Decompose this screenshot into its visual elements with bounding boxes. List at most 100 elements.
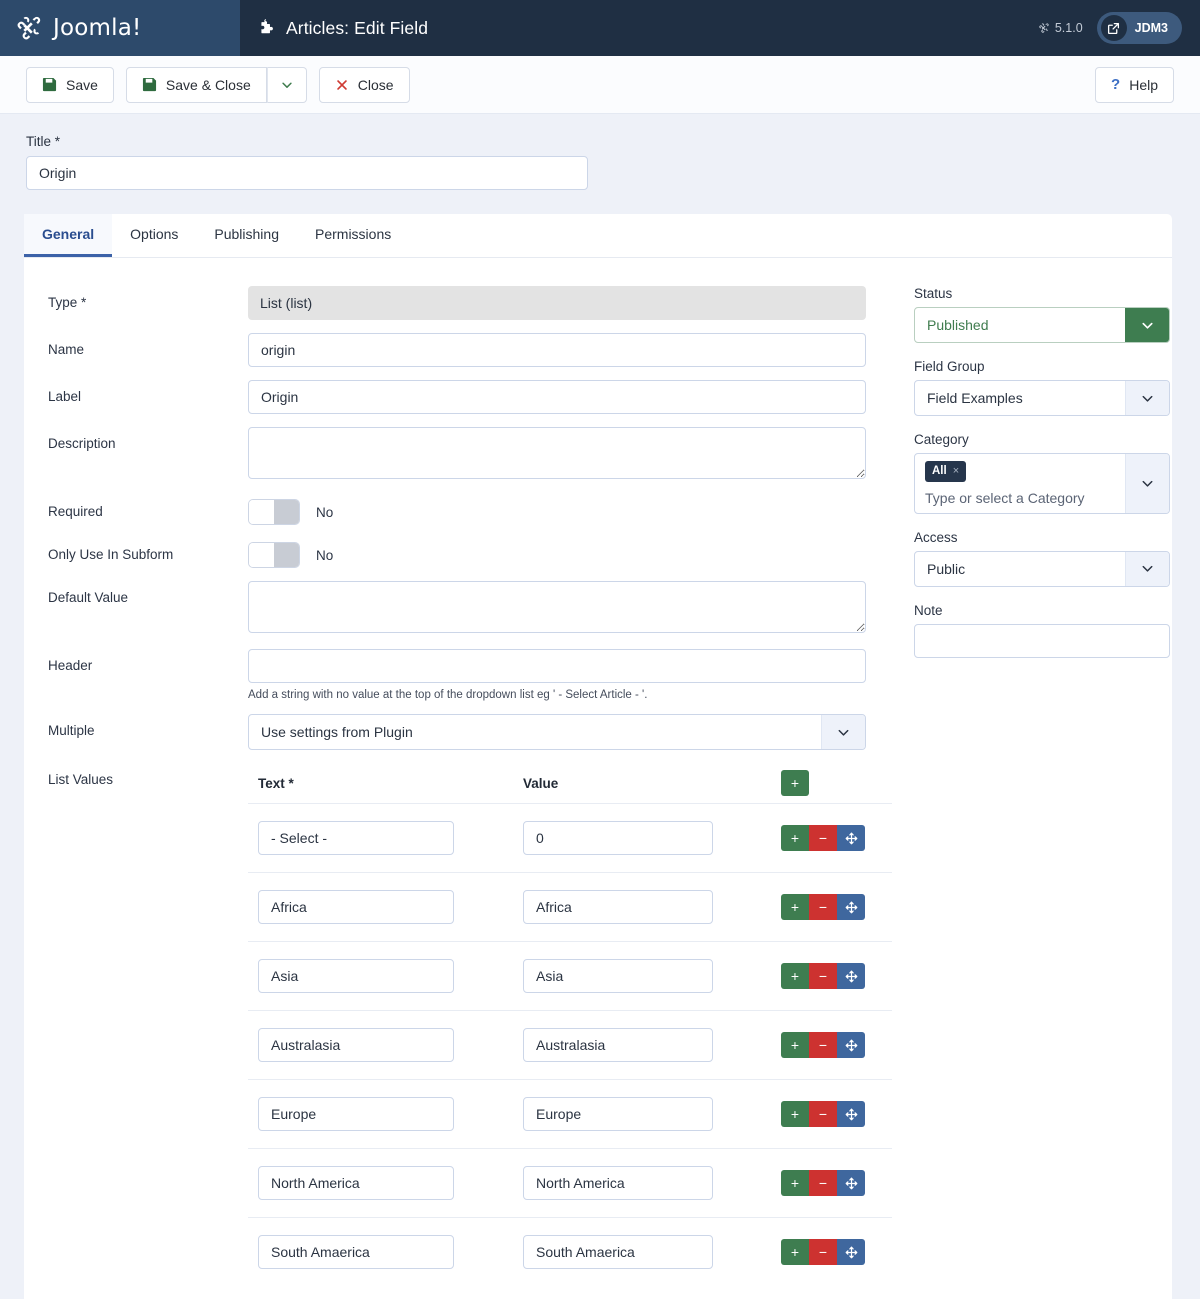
add-row-button[interactable]: +	[781, 770, 809, 796]
save-dropdown-toggle[interactable]	[266, 66, 307, 103]
row-move-icon[interactable]	[837, 1101, 865, 1127]
list-value-value-input[interactable]	[523, 1097, 713, 1131]
row-action-buttons: + −	[781, 1170, 865, 1196]
list-value-row: +−	[248, 872, 892, 941]
multiple-select[interactable]: Use settings from Plugin	[248, 714, 866, 750]
access-label: Access	[914, 529, 958, 545]
close-button[interactable]: Close	[318, 66, 410, 103]
list-value-value-cell	[523, 1235, 781, 1269]
row-add-button[interactable]: +	[781, 1101, 809, 1127]
list-value-value-input[interactable]	[523, 1166, 713, 1200]
only-use-in-subform-label: Only Use In Subform	[48, 547, 174, 562]
chip-label: All	[932, 465, 947, 477]
list-value-text-input[interactable]	[258, 821, 454, 855]
header-right-group: 5.1.0 JDM3	[1038, 12, 1182, 44]
chip-remove-icon[interactable]: ×	[953, 464, 959, 478]
multiple-selected-value: Use settings from Plugin	[261, 724, 413, 740]
tab-general[interactable]: General	[24, 214, 113, 257]
toggle-track	[274, 543, 299, 567]
title-input[interactable]	[26, 156, 588, 190]
list-value-value-input[interactable]	[523, 890, 713, 924]
chevron-down-icon	[1125, 551, 1169, 586]
user-menu-button[interactable]: JDM3	[1096, 12, 1182, 44]
row-remove-button[interactable]: −	[809, 894, 837, 920]
row-add-button[interactable]: +	[781, 963, 809, 989]
list-value-text-input[interactable]	[258, 1097, 454, 1131]
list-value-value-input[interactable]	[523, 821, 713, 855]
title-field-block: Title *	[0, 114, 1200, 190]
access-select[interactable]: Public	[914, 550, 1170, 587]
chevron-down-icon	[280, 78, 294, 92]
list-value-text-input[interactable]	[258, 959, 454, 993]
help-button[interactable]: ? Help	[1095, 66, 1174, 103]
sidebar-group-field-group: Field Group Field Examples	[914, 359, 1172, 416]
list-value-text-input[interactable]	[258, 1028, 454, 1062]
version-text: 5.1.0	[1054, 21, 1083, 35]
floppy-disk-icon	[42, 77, 57, 92]
label-label: Label	[48, 389, 82, 404]
row-add-button[interactable]: +	[781, 1032, 809, 1058]
save-button[interactable]: Save	[26, 66, 114, 103]
list-value-value-cell	[523, 1028, 781, 1062]
row-move-icon[interactable]	[837, 894, 865, 920]
row-add-button[interactable]: +	[781, 825, 809, 851]
row-add-button[interactable]: +	[781, 1170, 809, 1196]
close-button-label: Close	[357, 76, 394, 93]
row-move-icon[interactable]	[837, 1032, 865, 1058]
list-value-text-input[interactable]	[258, 1235, 454, 1269]
name-input[interactable]	[248, 333, 866, 367]
tab-permissions[interactable]: Permissions	[297, 214, 409, 257]
field-group-select[interactable]: Field Examples	[914, 380, 1170, 416]
puzzle-piece-icon	[258, 19, 276, 37]
list-value-text-cell	[258, 1166, 523, 1200]
list-value-value-input[interactable]	[523, 959, 713, 993]
list-value-row: +−	[248, 941, 892, 1010]
category-inner: All × Type or select a Category	[915, 454, 1125, 513]
list-value-value-input[interactable]	[523, 1235, 713, 1269]
category-field[interactable]: All × Type or select a Category	[914, 453, 1170, 514]
header-input[interactable]	[248, 649, 866, 683]
note-input[interactable]	[914, 623, 1170, 658]
toggle-track	[274, 500, 299, 524]
row-move-icon[interactable]	[837, 1239, 865, 1265]
brand-area[interactable]: Joomla!	[0, 0, 240, 56]
row-add-button[interactable]: +	[781, 1239, 809, 1265]
list-value-value-cell	[523, 890, 781, 924]
tab-publishing[interactable]: Publishing	[196, 214, 297, 257]
row-move-icon[interactable]	[837, 825, 865, 851]
sidebar-group-note: Note	[914, 603, 1172, 658]
row-remove-button[interactable]: −	[809, 963, 837, 989]
tab-options[interactable]: Options	[112, 214, 196, 257]
row-remove-button[interactable]: −	[809, 1032, 837, 1058]
required-toggle[interactable]	[248, 499, 300, 525]
list-values-rows: +−+−+−+−+−+−+−	[248, 803, 892, 1286]
row-remove-button[interactable]: −	[809, 1239, 837, 1265]
field-row-list-values: List Values Text * Value + +−+−+−+−+−+−+…	[48, 763, 892, 1286]
list-value-value-cell	[523, 1097, 781, 1131]
status-select[interactable]: Published	[914, 307, 1170, 343]
only-use-in-subform-toggle[interactable]	[248, 542, 300, 568]
row-add-button[interactable]: +	[781, 894, 809, 920]
category-placeholder: Type or select a Category	[925, 489, 1085, 506]
list-value-text-input[interactable]	[258, 1166, 454, 1200]
row-remove-button[interactable]: −	[809, 825, 837, 851]
toggle-knob	[249, 500, 274, 524]
category-chip-all[interactable]: All ×	[925, 461, 967, 482]
version-badge: 5.1.0	[1038, 21, 1083, 35]
save-and-close-button[interactable]: Save & Close	[125, 66, 267, 103]
row-action-buttons: + −	[781, 1101, 865, 1127]
joomla-logo-icon	[14, 13, 44, 43]
row-remove-button[interactable]: −	[809, 1170, 837, 1196]
description-textarea[interactable]	[248, 427, 866, 479]
row-move-icon[interactable]	[837, 963, 865, 989]
joomla-small-icon	[1038, 22, 1050, 34]
list-value-text-cell	[258, 821, 523, 855]
chevron-down-icon[interactable]	[1125, 454, 1169, 513]
list-value-text-input[interactable]	[258, 890, 454, 924]
list-value-value-input[interactable]	[523, 1028, 713, 1062]
joomla-logo[interactable]: Joomla!	[14, 13, 141, 43]
row-move-icon[interactable]	[837, 1170, 865, 1196]
row-remove-button[interactable]: −	[809, 1101, 837, 1127]
default-value-textarea[interactable]	[248, 581, 866, 633]
label-input[interactable]	[248, 380, 866, 414]
